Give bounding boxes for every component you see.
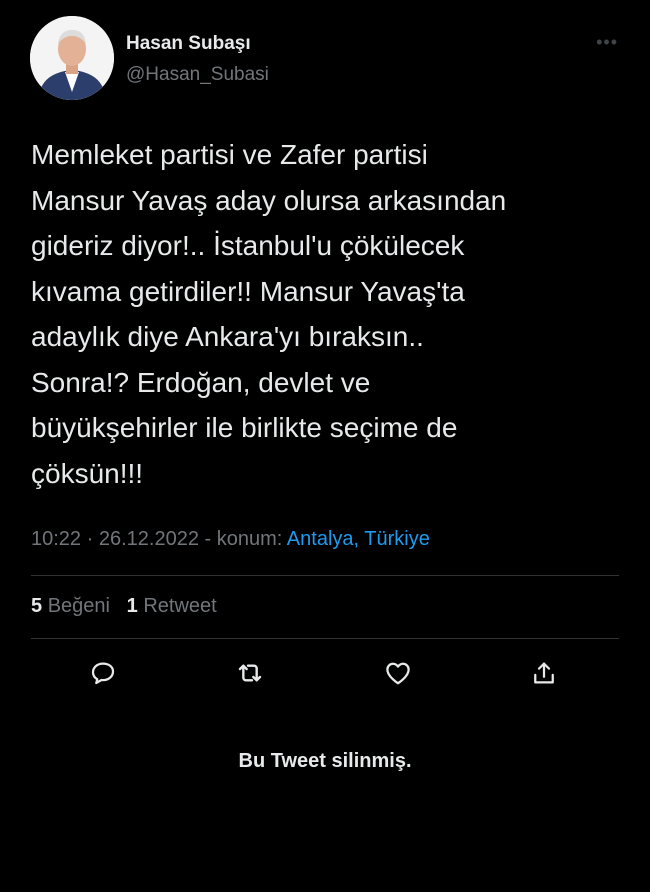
location-link[interactable]: Antalya, Türkiye [287, 528, 430, 550]
share-icon [534, 662, 554, 684]
retweet-button[interactable] [232, 655, 268, 691]
action-bar [0, 655, 650, 691]
avatar[interactable] [30, 16, 114, 100]
divider [31, 575, 619, 576]
author-handle[interactable]: @Hasan_Subasi [126, 64, 269, 86]
tweet-header: Hasan Subaşı @Hasan_Subasi ••• [30, 16, 620, 100]
tweet-time[interactable]: 10:22 [31, 528, 81, 550]
likes-stat[interactable]: 5 Beğeni [31, 595, 110, 617]
retweets-label: Retweet [143, 595, 217, 617]
retweet-icon [238, 664, 262, 682]
share-button[interactable] [526, 655, 562, 691]
reply-icon [91, 662, 115, 685]
author-name[interactable]: Hasan Subaşı [126, 33, 251, 55]
profile-photo [30, 16, 114, 100]
retweets-count: 1 [126, 595, 138, 617]
like-icon [386, 662, 410, 685]
tweet-text: Memleket partisi ve Zafer partisi Mansur… [31, 139, 507, 489]
tweet-stats: 5 Beğeni 1 Retweet [31, 595, 217, 618]
reply-button[interactable] [85, 655, 121, 691]
location-prefix: - konum: [204, 528, 283, 550]
deleted-notice: Bu Tweet silinmiş. [238, 750, 412, 772]
tweet-meta: 10:22 · 26.12.2022 - konum: Antalya, Tür… [31, 528, 430, 551]
divider [31, 638, 619, 639]
meta-separator: · [86, 528, 94, 550]
likes-count: 5 [31, 595, 43, 617]
more-horizontal-icon[interactable]: ••• [596, 32, 618, 53]
like-button[interactable] [380, 655, 416, 691]
likes-label: Beğeni [47, 595, 110, 617]
tweet-date[interactable]: 26.12.2022 [99, 528, 199, 550]
retweets-stat[interactable]: 1 Retweet [127, 595, 217, 617]
